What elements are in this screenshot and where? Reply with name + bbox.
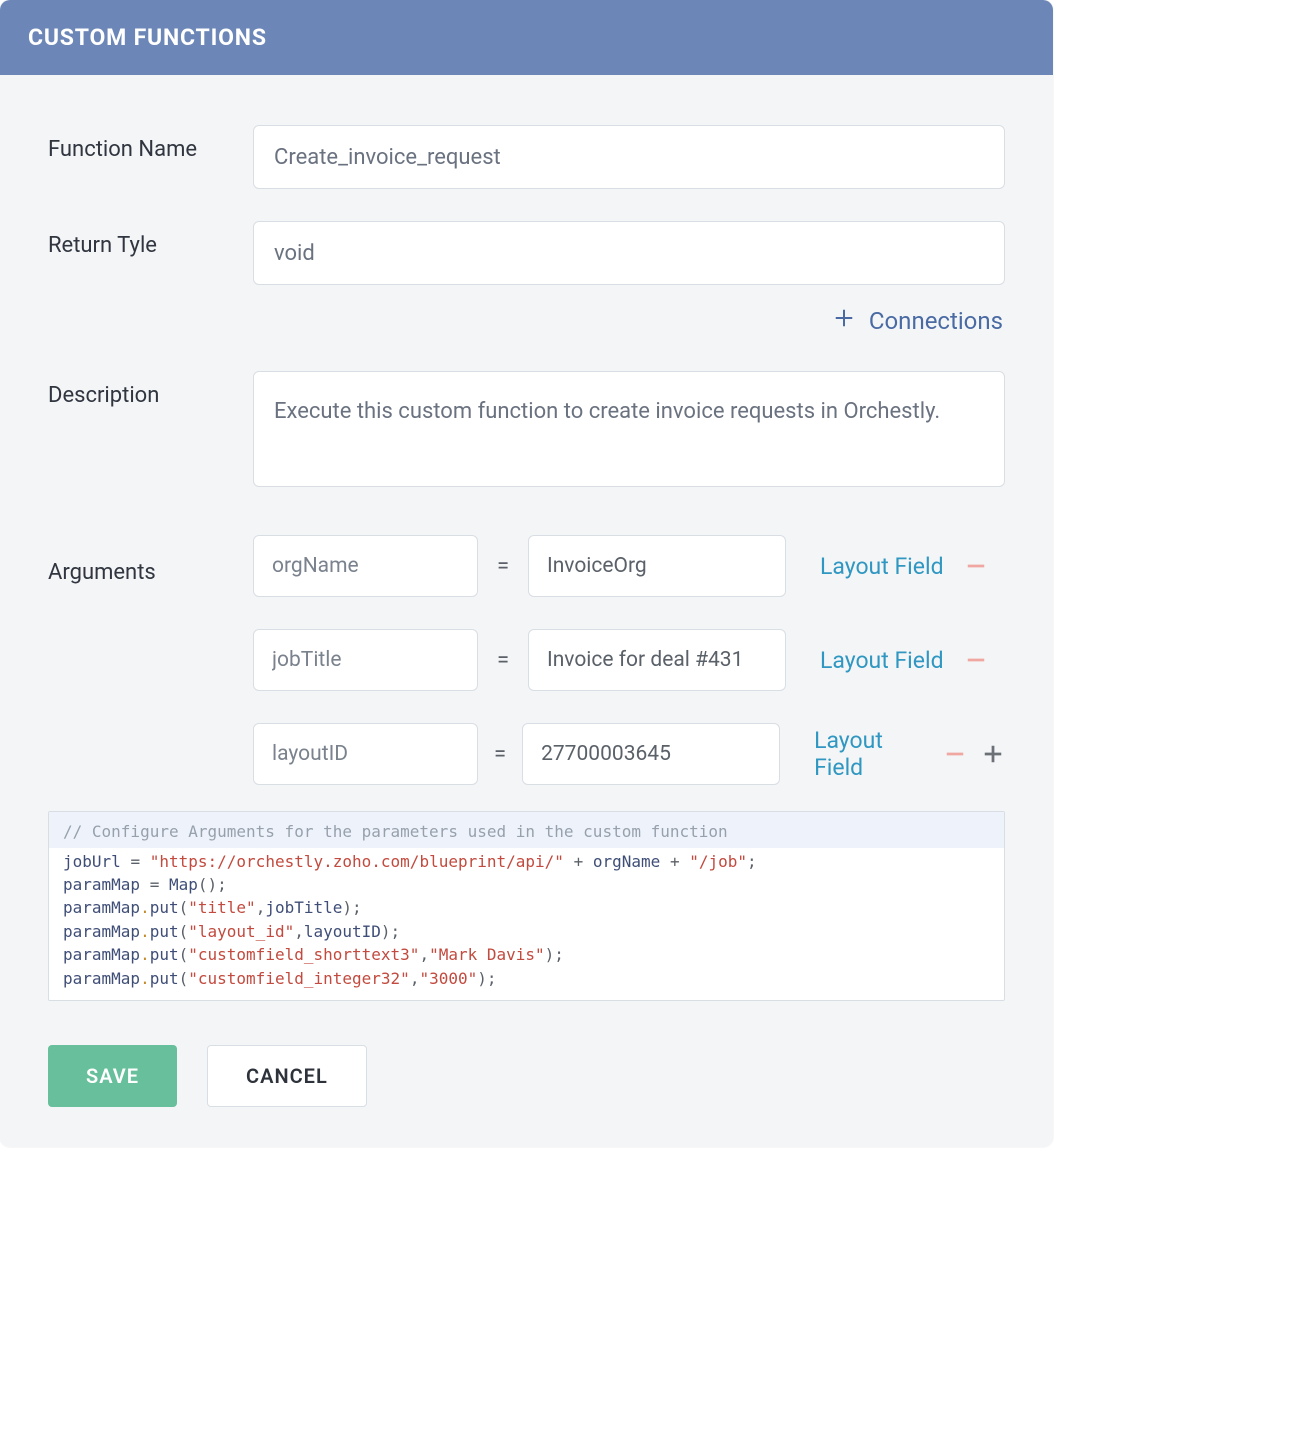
row-description: Description [48, 371, 1005, 487]
row-function-name: Function Name [48, 125, 1005, 189]
layout-field-link[interactable]: Layout Field [814, 727, 923, 781]
argument-actions [964, 648, 988, 672]
description-input[interactable] [253, 371, 1005, 487]
form-content: Function Name Return Tyle Connections De… [0, 75, 1053, 1147]
label-function-name: Function Name [48, 125, 253, 162]
plus-icon[interactable] [981, 742, 1005, 766]
minus-icon[interactable] [964, 648, 988, 672]
label-arguments [48, 748, 253, 760]
return-type-input[interactable] [253, 221, 1005, 285]
arguments-block: Arguments = Layout Field = Layout Field = Layo… [48, 535, 1005, 785]
function-name-input[interactable] [253, 125, 1005, 189]
connections-row: Connections [48, 307, 1005, 335]
cancel-button[interactable]: CANCEL [207, 1045, 367, 1107]
argument-name-input[interactable] [253, 723, 478, 785]
argument-value-input[interactable] [528, 629, 786, 691]
label-description: Description [48, 371, 253, 408]
label-return-type: Return Tyle [48, 221, 253, 258]
argument-row: Arguments = Layout Field [48, 535, 1005, 597]
plus-icon [833, 307, 855, 335]
page-title: CUSTOM FUNCTIONS [28, 24, 1025, 51]
code-text: // Configure Arguments for the parameter… [49, 812, 1004, 1000]
layout-field-link[interactable]: Layout Field [820, 553, 944, 580]
argument-row: = Layout Field [48, 723, 1005, 785]
minus-icon[interactable] [964, 554, 988, 578]
custom-functions-window: CUSTOM FUNCTIONS Function Name Return Ty… [0, 0, 1053, 1147]
minus-icon[interactable] [943, 742, 967, 766]
layout-field-link[interactable]: Layout Field [820, 647, 944, 674]
argument-name-input[interactable] [253, 535, 478, 597]
connections-label: Connections [869, 307, 1003, 335]
label-arguments: Arguments [48, 548, 253, 585]
argument-name-input[interactable] [253, 629, 478, 691]
buttons-row: SAVE CANCEL [48, 1045, 1005, 1107]
equals-sign: = [478, 648, 528, 673]
argument-row: = Layout Field [48, 629, 1005, 691]
argument-value-input[interactable] [522, 723, 780, 785]
title-bar: CUSTOM FUNCTIONS [0, 0, 1053, 75]
row-return-type: Return Tyle [48, 221, 1005, 285]
equals-sign: = [478, 742, 522, 767]
label-arguments [48, 654, 253, 666]
argument-actions [964, 554, 988, 578]
code-editor[interactable]: // Configure Arguments for the parameter… [48, 811, 1005, 1001]
equals-sign: = [478, 554, 528, 579]
save-button[interactable]: SAVE [48, 1045, 177, 1107]
connections-link[interactable]: Connections [833, 307, 1003, 335]
argument-actions [943, 742, 1005, 766]
argument-value-input[interactable] [528, 535, 786, 597]
